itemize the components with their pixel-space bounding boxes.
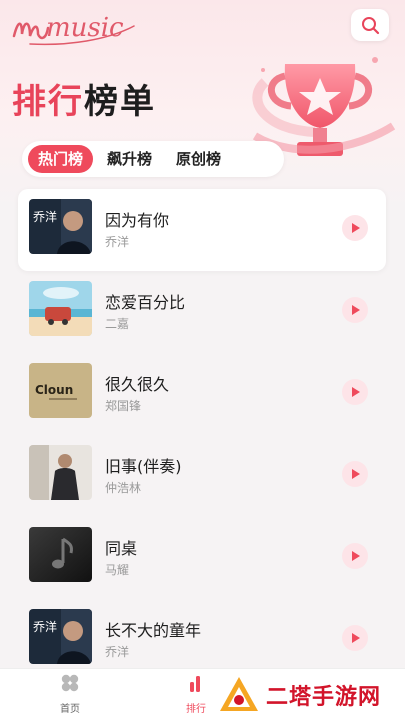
song-title: 旧事(伴奏) xyxy=(105,457,182,476)
cover-text: 乔洋 xyxy=(33,209,57,224)
watermark: 二塔手游网 xyxy=(218,670,405,720)
nav-home-label: 首页 xyxy=(60,704,80,715)
song-title: 长不大的童年 xyxy=(105,621,202,640)
music-logo: music xyxy=(12,13,135,46)
album-cover xyxy=(29,445,92,500)
song-row[interactable]: 乔洋 因为有你 乔洋 xyxy=(18,189,386,271)
page-title-accent: 排行 xyxy=(12,82,84,122)
play-button[interactable] xyxy=(342,379,368,405)
song-artist: 郑国锋 xyxy=(105,399,142,413)
play-icon xyxy=(352,469,360,479)
page-title: 排行榜单 xyxy=(12,74,156,123)
cover-text: 乔洋 xyxy=(33,619,57,634)
album-cover: 乔洋 xyxy=(29,609,92,664)
play-button[interactable] xyxy=(342,215,368,241)
search-icon xyxy=(362,17,380,35)
song-title: 因为有你 xyxy=(105,211,170,230)
song-list: 乔洋 因为有你 乔洋 恋爱百分比 二嘉 Cloun 很久很久 郑国锋 旧事(伴奏… xyxy=(18,189,386,681)
bar-chart-icon xyxy=(190,676,200,692)
tab-rising[interactable]: 飙升榜 xyxy=(97,145,162,173)
page-title-main: 榜单 xyxy=(84,82,156,122)
song-title: 同桌 xyxy=(105,539,138,558)
song-title: 很久很久 xyxy=(105,375,170,394)
play-icon xyxy=(352,633,360,643)
watermark-logo-icon xyxy=(220,677,258,711)
song-artist: 二嘉 xyxy=(105,317,130,331)
home-grid-icon xyxy=(61,674,79,692)
play-button[interactable] xyxy=(342,297,368,323)
nav-rank-label: 排行 xyxy=(186,704,206,715)
cover-text: Cloun xyxy=(35,383,73,397)
album-cover xyxy=(29,281,92,336)
nav-home[interactable]: 首页 xyxy=(40,673,100,715)
ranking-tabs: 热门榜 飙升榜 原创榜 xyxy=(22,141,284,177)
song-artist: 仲浩林 xyxy=(105,481,142,495)
song-artist: 乔洋 xyxy=(105,235,130,249)
song-artist: 乔洋 xyxy=(105,645,130,659)
song-title: 恋爱百分比 xyxy=(105,293,186,312)
play-button[interactable] xyxy=(342,543,368,569)
play-icon xyxy=(352,305,360,315)
play-button[interactable] xyxy=(342,461,368,487)
tab-hot[interactable]: 热门榜 xyxy=(28,145,94,173)
song-row[interactable]: 同桌 马耀 xyxy=(18,517,386,599)
play-icon xyxy=(352,551,360,561)
song-row[interactable]: Cloun 很久很久 郑国锋 xyxy=(18,353,386,435)
nav-rank[interactable]: 排行 xyxy=(166,673,226,715)
song-row[interactable]: 旧事(伴奏) 仲浩林 xyxy=(18,435,386,517)
album-cover: 乔洋 xyxy=(29,199,92,254)
play-icon xyxy=(352,387,360,397)
album-cover xyxy=(29,527,92,582)
song-row[interactable]: 恋爱百分比 二嘉 xyxy=(18,271,386,353)
tab-original[interactable]: 原创榜 xyxy=(166,145,231,173)
play-icon xyxy=(352,223,360,233)
album-cover: Cloun xyxy=(29,363,92,418)
watermark-text: 二塔手游网 xyxy=(266,685,382,710)
logo-text: music xyxy=(46,13,124,43)
song-artist: 马耀 xyxy=(105,563,130,577)
search-button[interactable] xyxy=(351,9,389,41)
play-button[interactable] xyxy=(342,625,368,651)
